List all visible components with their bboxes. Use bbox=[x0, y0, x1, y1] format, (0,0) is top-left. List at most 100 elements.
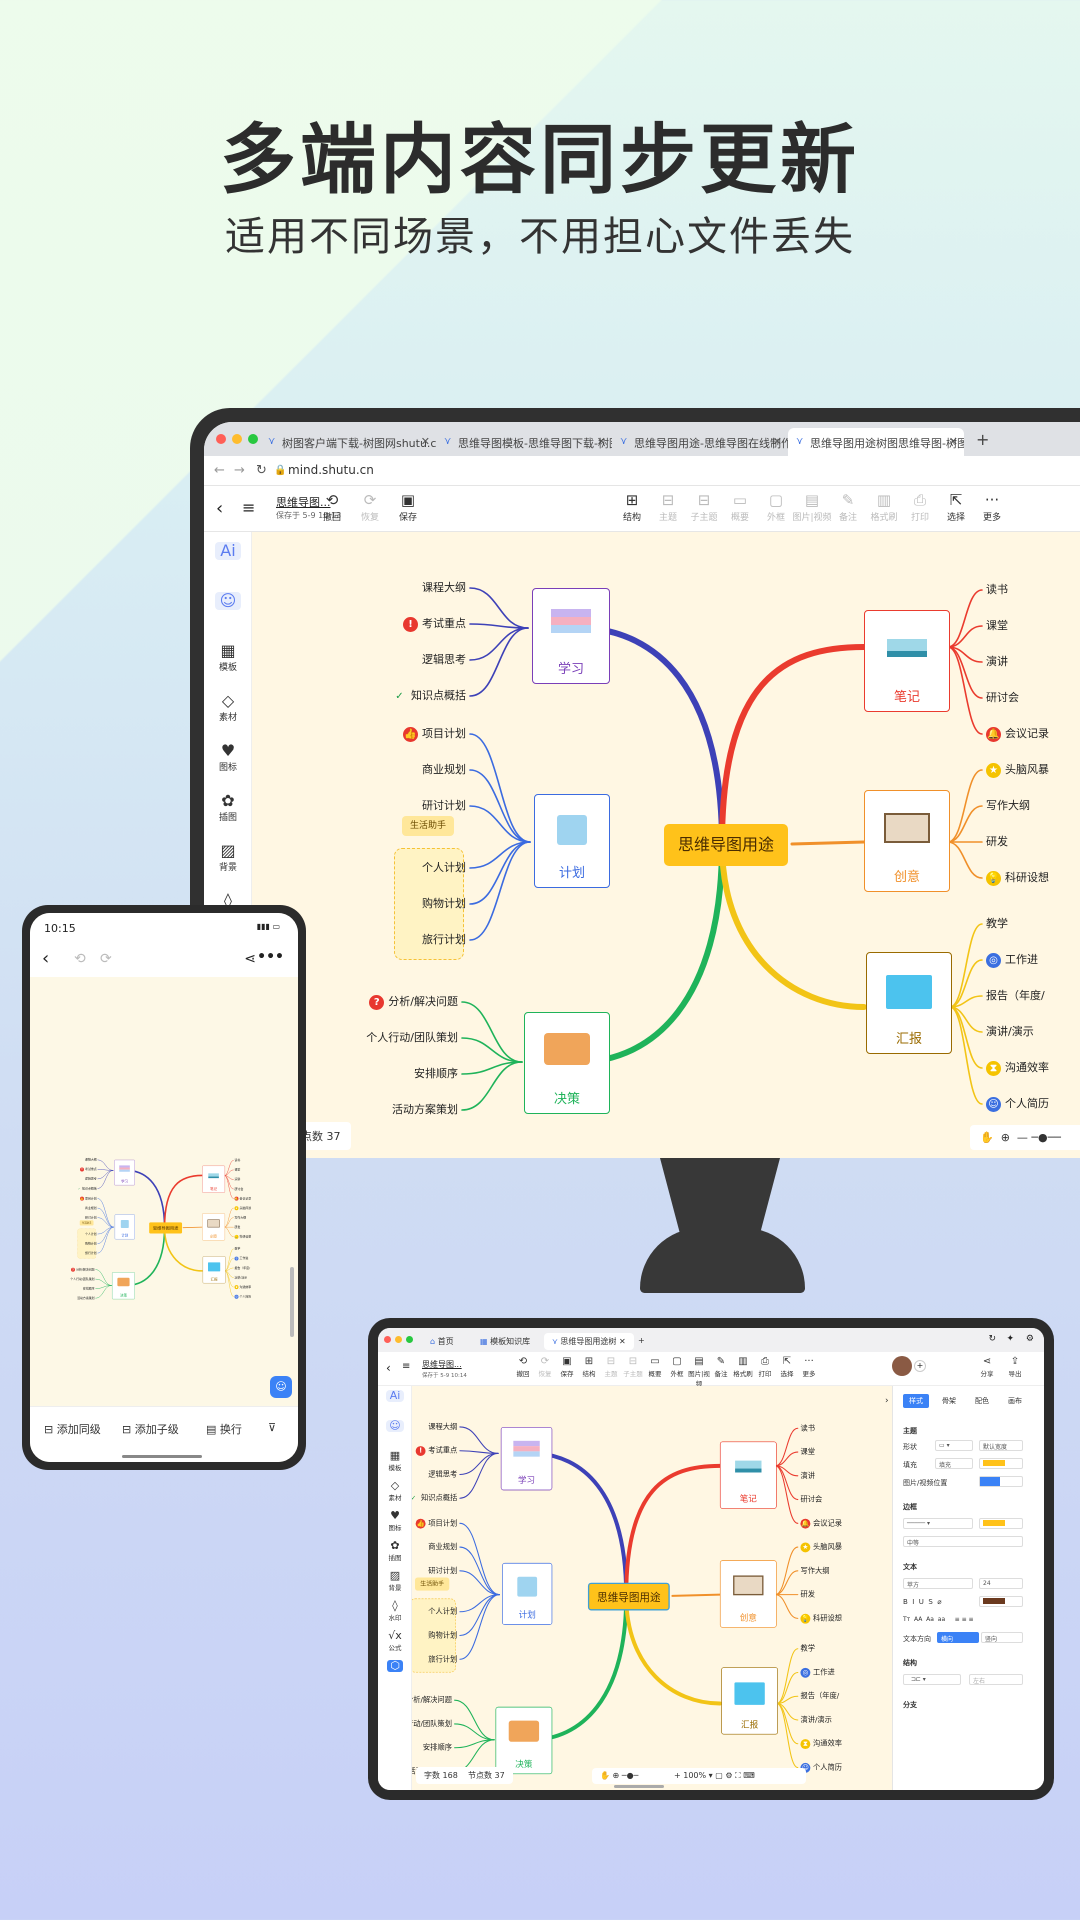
study-leaf[interactable]: 逻辑思考 bbox=[422, 651, 466, 667]
structure-direction-select[interactable]: 左右 bbox=[969, 1674, 1023, 1685]
toolbar-button-6[interactable]: ✎ 备注 bbox=[828, 492, 868, 523]
sidebar-item-tool-9[interactable]: ⬡ bbox=[378, 1660, 412, 1672]
doc-title[interactable]: 思维导图... bbox=[422, 1359, 462, 1370]
plan-leaf[interactable]: 研讨计划 bbox=[428, 1565, 457, 1576]
sidebar-item-背景[interactable]: ▨ 背景 bbox=[378, 1570, 412, 1593]
line-break-button[interactable]: ▤ 换行 bbox=[206, 1421, 242, 1437]
structure-select[interactable]: ⊐⊏ ▾ bbox=[903, 1674, 961, 1685]
summary-label[interactable]: 生活助手 bbox=[79, 1220, 94, 1226]
idea-leaf[interactable]: ★ 头脑风暴 bbox=[234, 1206, 251, 1211]
plan-group-leaf[interactable]: 旅行计划 bbox=[428, 1653, 457, 1664]
plan-group-leaf[interactable]: 个人计划 bbox=[85, 1232, 97, 1236]
note-leaf[interactable]: 🔔会议记录 bbox=[234, 1196, 251, 1201]
minimize-dot[interactable] bbox=[232, 434, 242, 444]
study-leaf[interactable]: ✓知识点概括 bbox=[392, 687, 466, 704]
panel-tab-3[interactable]: 画布 bbox=[1002, 1394, 1028, 1408]
note-node[interactable]: 笔记 bbox=[864, 610, 950, 712]
sidebar-item-水印[interactable]: ◊ 水印 bbox=[378, 1600, 412, 1623]
toolbar-button-13[interactable]: ··· 更多 bbox=[796, 1356, 822, 1378]
study-leaf[interactable]: 课程大纲 bbox=[422, 579, 466, 595]
width-select[interactable]: 默认宽度 bbox=[979, 1440, 1023, 1451]
note-leaf[interactable]: 课堂 bbox=[800, 1446, 815, 1457]
idea-leaf[interactable]: 写作大纲 bbox=[800, 1565, 829, 1576]
add-child-button[interactable]: ⊟ 添加子级 bbox=[122, 1421, 179, 1437]
report-leaf[interactable]: 教学 bbox=[800, 1643, 815, 1654]
phone-canvas[interactable]: 课程大纲 ! 考试重点 逻辑思考 ✓ 知识点概括 👍项目计划 商业规划 研讨计划 个人计划 购物计划… bbox=[30, 977, 298, 1406]
toolbar-button-10[interactable]: ··· 更多 bbox=[972, 492, 1012, 523]
central-topic[interactable]: 思维导图用途 bbox=[664, 824, 788, 866]
report-leaf[interactable]: ☺ 个人简历 bbox=[986, 1095, 1049, 1112]
maximize-dot[interactable] bbox=[248, 434, 258, 444]
window-controls[interactable] bbox=[216, 434, 258, 444]
idea-leaf[interactable]: 研发 bbox=[986, 833, 1008, 849]
browser-tab-active[interactable]: ⋎ 思维导图用途树图思维导图-树图 ✕ bbox=[788, 428, 964, 456]
summary-label[interactable]: 生活助手 bbox=[415, 1577, 450, 1591]
idea-node[interactable]: 创意 bbox=[864, 790, 950, 892]
sidebar-item-插图[interactable]: ✿ 插图 bbox=[378, 1540, 412, 1563]
note-leaf[interactable]: 🔔会议记录 bbox=[986, 725, 1049, 742]
browser-tab[interactable]: ⋎ 树图客户端下载-树图网shutu.cn ✕ bbox=[260, 428, 436, 456]
toolbar-button-1[interactable]: ⊟ 主题 bbox=[648, 492, 688, 523]
decide-leaf[interactable]: 个人行动/团队策划 bbox=[366, 1029, 458, 1045]
toolbar-button-0[interactable]: ⊞ 结构 bbox=[612, 492, 652, 523]
zoom-out-icon[interactable]: — bbox=[1017, 1131, 1028, 1144]
close-icon[interactable]: ✕ bbox=[949, 435, 958, 448]
border-style-select[interactable]: ───── ▾ bbox=[903, 1518, 973, 1529]
decide-leaf[interactable]: ?分析/解决问题 bbox=[412, 1694, 452, 1705]
decide-leaf[interactable]: 安排顺序 bbox=[423, 1742, 452, 1753]
idea-leaf[interactable]: ★ 头脑风暴 bbox=[800, 1541, 842, 1553]
toolbar-button-9[interactable]: ⇱ 选择 bbox=[936, 492, 976, 523]
panel-tab-1[interactable]: 骨架 bbox=[936, 1394, 962, 1408]
plan-group-leaf[interactable]: 旅行计划 bbox=[422, 931, 466, 947]
report-leaf[interactable]: 报告（年度/ bbox=[235, 1266, 251, 1270]
export-button[interactable]: ⇪ 导出 bbox=[1002, 1356, 1028, 1378]
new-tab-button[interactable]: + bbox=[630, 1333, 653, 1348]
collapse-button[interactable]: ⊽ bbox=[268, 1421, 276, 1434]
zoom-controls[interactable]: ✋ ⊕ ─●─ + 100% ▾ ▢ ⚙ ⛶ ⌨ bbox=[592, 1768, 806, 1784]
idea-leaf[interactable]: ★ 头脑风暴 bbox=[986, 761, 1049, 778]
text-case-buttons[interactable]: Tт AA Aa aa ≡ ≡ ≡ bbox=[903, 1616, 974, 1623]
sidebar-item-tool-1[interactable]: ☺ bbox=[378, 1420, 412, 1432]
url-field[interactable]: mind.shutu.cn bbox=[288, 463, 374, 477]
report-leaf[interactable]: ◎ 工作进 bbox=[800, 1667, 835, 1678]
border-width-select[interactable]: 中等 bbox=[903, 1536, 1023, 1547]
sidebar-item-背景[interactable]: ▨ 背景 bbox=[204, 842, 252, 874]
redo-icon[interactable]: ⟳ bbox=[100, 951, 112, 967]
report-leaf[interactable]: 报告（年度/ bbox=[800, 1690, 839, 1701]
study-node[interactable]: 学习 bbox=[500, 1426, 553, 1491]
pin-icon[interactable]: ✦ bbox=[1006, 1334, 1014, 1344]
note-leaf[interactable]: 演讲 bbox=[235, 1177, 241, 1181]
panel-tab-0[interactable]: 样式 bbox=[903, 1394, 929, 1408]
report-leaf[interactable]: 演讲/演示 bbox=[800, 1714, 831, 1725]
decide-node[interactable]: 决策 bbox=[524, 1012, 610, 1114]
toolbar-button-0[interactable]: ⟲ 撤回 bbox=[312, 492, 352, 523]
back-chevron-icon[interactable]: ‹ bbox=[386, 1361, 391, 1375]
note-leaf[interactable]: 研讨会 bbox=[986, 689, 1019, 705]
plan-node[interactable]: 计划 bbox=[114, 1214, 135, 1240]
assistant-icon[interactable]: ☺ bbox=[270, 1376, 292, 1398]
close-icon[interactable]: ✕ bbox=[773, 435, 782, 448]
browser-tab[interactable]: ⋎ 思维导图模板-思维导图下载-树图 ✕ bbox=[436, 428, 612, 456]
tab-home[interactable]: ⌂ 首页 bbox=[422, 1333, 462, 1350]
toolbar-button-1[interactable]: ⟳ 恢复 bbox=[350, 492, 390, 523]
plan-group-leaf[interactable]: 旅行计划 bbox=[85, 1251, 97, 1255]
study-node[interactable]: 学习 bbox=[114, 1159, 135, 1186]
text-direction-horizontal[interactable]: 横向 bbox=[937, 1632, 979, 1643]
toolbar-button-2[interactable]: ▣ 保存 bbox=[388, 492, 428, 523]
sidebar-item-图标[interactable]: ♥ 图标 bbox=[204, 742, 252, 774]
central-topic[interactable]: 思维导图用途 bbox=[149, 1222, 183, 1234]
report-leaf[interactable]: 教学 bbox=[986, 915, 1008, 931]
close-icon[interactable]: ✕ bbox=[597, 435, 606, 448]
menu-icon[interactable]: ≡ bbox=[242, 498, 255, 517]
back-chevron-icon[interactable]: ‹ bbox=[216, 498, 223, 519]
study-leaf[interactable]: 课程大纲 bbox=[85, 1157, 97, 1161]
refresh-icon[interactable]: ↻ bbox=[988, 1334, 996, 1344]
sidebar-item-tool-1[interactable]: ☺ bbox=[204, 592, 252, 610]
plan-node[interactable]: 计划 bbox=[502, 1562, 553, 1625]
idea-node[interactable]: 创意 bbox=[202, 1213, 225, 1241]
tab-template-library[interactable]: ▦ 模板知识库 bbox=[472, 1333, 538, 1350]
settings-icon[interactable]: ⚙ bbox=[1026, 1334, 1034, 1344]
tablet-canvas[interactable]: 课程大纲 !考试重点逻辑思考 ✓知识点概括 👍项目计划商业规划研讨计划个人计划购物计划… bbox=[412, 1386, 892, 1790]
share-icon[interactable]: ⋖ bbox=[244, 951, 256, 967]
window-controls[interactable] bbox=[384, 1336, 413, 1343]
